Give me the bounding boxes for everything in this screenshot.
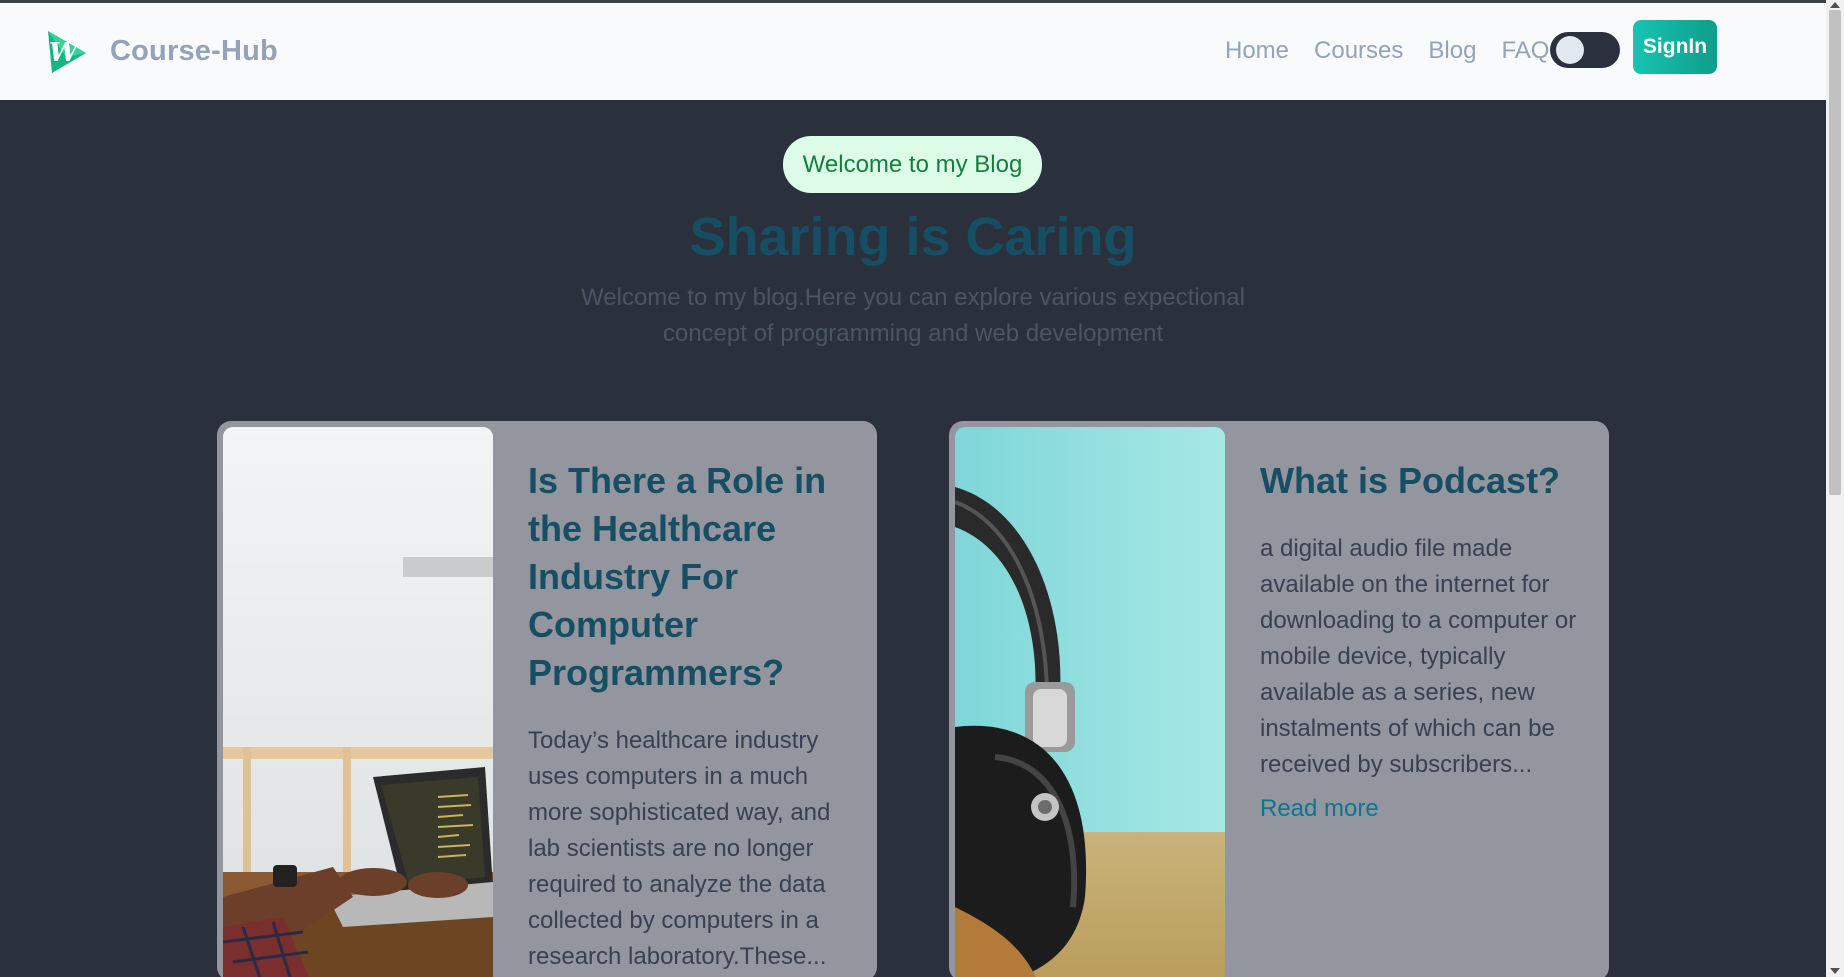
nav-link-blog[interactable]: Blog	[1428, 37, 1476, 65]
nav-link-home[interactable]: Home	[1225, 37, 1289, 65]
blog-card-body: What is Podcast? a digital audio file ma…	[1260, 457, 1580, 823]
welcome-badge: Welcome to my Blog	[783, 136, 1042, 193]
navbar: W Course-Hub Home Courses Blog FAQ SignI…	[0, 3, 1826, 100]
course-hub-logo-icon: W	[48, 31, 86, 73]
toggle-knob	[1556, 36, 1584, 64]
svg-text:W: W	[49, 38, 81, 68]
hero-title: Sharing is Caring	[689, 207, 1137, 267]
blog-card-image-laptop	[223, 427, 493, 977]
signin-button[interactable]: SignIn	[1633, 20, 1717, 74]
scroll-thumb[interactable]	[1829, 10, 1841, 495]
blog-card-podcast[interactable]: What is Podcast? a digital audio file ma…	[949, 421, 1609, 977]
blog-card-excerpt: a digital audio file made available on t…	[1260, 535, 1577, 778]
theme-toggle[interactable]	[1550, 32, 1620, 68]
brand-name: Course-Hub	[110, 34, 278, 67]
blog-card-healthcare[interactable]: Is There a Role in the Healthcare Indust…	[217, 421, 877, 977]
blog-card-title[interactable]: Is There a Role in the Healthcare Indust…	[528, 457, 848, 697]
scroll-down-arrow-icon[interactable]	[1830, 968, 1840, 974]
page-scrollbar[interactable]	[1826, 0, 1844, 977]
blog-card-body: Is There a Role in the Healthcare Indust…	[528, 457, 848, 975]
scroll-up-arrow-icon[interactable]	[1830, 2, 1840, 8]
nav-link-courses[interactable]: Courses	[1314, 37, 1403, 65]
hero-subtitle: Welcome to my blog.Here you can explore …	[581, 284, 1245, 347]
nav-links: Home Courses Blog FAQ	[1225, 37, 1574, 65]
blog-card-image-headphones	[955, 427, 1225, 977]
blog-card-excerpt: Today’s healthcare industry uses compute…	[528, 727, 831, 970]
nav-link-faq[interactable]: FAQ	[1501, 37, 1549, 65]
brand[interactable]: W Course-Hub	[44, 27, 278, 75]
read-more-link[interactable]: Read more	[1260, 795, 1379, 823]
blog-card-title[interactable]: What is Podcast?	[1260, 457, 1580, 505]
